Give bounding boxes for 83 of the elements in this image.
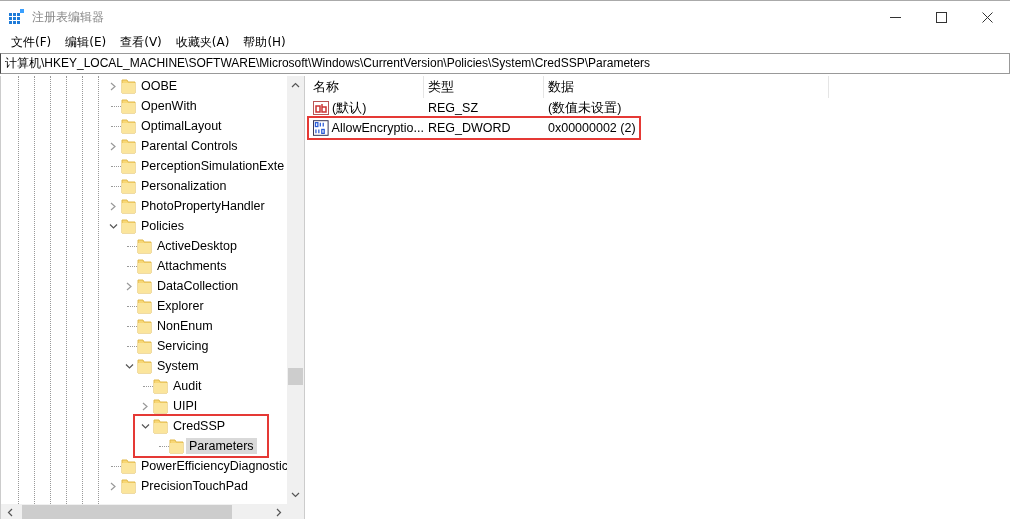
vertical-scrollbar[interactable] bbox=[287, 76, 304, 504]
tree-item[interactable]: Servicing bbox=[154, 338, 212, 354]
folder-icon bbox=[137, 278, 152, 294]
folder-icon bbox=[121, 78, 136, 94]
tree-item[interactable]: PerceptionSimulationExte bbox=[138, 158, 287, 174]
value-name: (默认) bbox=[332, 99, 367, 117]
tree-item[interactable]: Policies bbox=[138, 218, 188, 234]
folder-icon bbox=[169, 438, 184, 454]
tree-item[interactable]: PowerEfficiencyDiagnostic bbox=[138, 458, 287, 474]
tree-item[interactable]: Personalization bbox=[138, 178, 230, 194]
tree-item[interactable]: CredSSP bbox=[170, 418, 229, 434]
address-bar[interactable]: 计算机\HKEY_LOCAL_MACHINE\SOFTWARE\Microsoft\Windows\CurrentVersion\Policies\System\CredSSP\Parameters bbox=[0, 53, 1010, 74]
chevron-right-icon[interactable] bbox=[110, 141, 117, 151]
minimize-icon[interactable] bbox=[889, 16, 901, 18]
maximize-icon[interactable] bbox=[935, 11, 947, 23]
string-value-icon bbox=[313, 100, 329, 116]
tree-item[interactable]: OpenWith bbox=[138, 98, 200, 114]
chevron-down-icon[interactable] bbox=[141, 422, 150, 430]
binary-value-icon bbox=[313, 120, 329, 136]
column-header[interactable]: 数据 bbox=[544, 76, 829, 98]
folder-icon bbox=[153, 418, 168, 434]
scroll-right-icon[interactable] bbox=[276, 508, 282, 517]
chevron-right-icon[interactable] bbox=[142, 401, 149, 411]
chevron-right-icon[interactable] bbox=[110, 81, 117, 91]
horizontal-scrollbar[interactable] bbox=[1, 504, 304, 519]
folder-icon bbox=[121, 478, 136, 494]
tree-item[interactable]: Parameters bbox=[186, 438, 257, 454]
highlight-frame[interactable]: AllowEncryptio... REG_DWORD 0x00000002 (2) bbox=[309, 118, 639, 138]
folder-icon bbox=[153, 378, 168, 394]
scrollbar-thumb[interactable] bbox=[22, 505, 232, 519]
folder-icon bbox=[137, 358, 152, 374]
folder-icon bbox=[137, 338, 152, 354]
close-icon[interactable] bbox=[981, 11, 993, 23]
column-header[interactable]: 类型 bbox=[424, 76, 544, 98]
tree-item[interactable]: PhotoPropertyHandler bbox=[138, 198, 268, 214]
tree-item[interactable]: System bbox=[154, 358, 202, 374]
tree-item[interactable]: OptimalLayout bbox=[138, 118, 225, 134]
chevron-right-icon[interactable] bbox=[110, 481, 117, 491]
value-type: REG_SZ bbox=[427, 101, 479, 115]
menu-item[interactable]: 查看(V) bbox=[113, 33, 169, 51]
scroll-left-icon[interactable] bbox=[7, 508, 13, 517]
scrollbar-thumb[interactable] bbox=[288, 368, 303, 385]
folder-icon bbox=[137, 238, 152, 254]
folder-icon bbox=[121, 178, 136, 194]
menu-item[interactable]: 收藏夹(A) bbox=[168, 33, 237, 51]
value-data: (数值未设置) bbox=[547, 99, 623, 117]
folder-icon bbox=[121, 138, 136, 154]
column-header[interactable]: 名称 bbox=[309, 76, 424, 98]
scroll-up-icon[interactable] bbox=[291, 82, 300, 88]
chevron-down-icon[interactable] bbox=[109, 222, 118, 230]
tree-item[interactable]: Explorer bbox=[154, 298, 207, 314]
tree-item[interactable]: Audit bbox=[170, 378, 205, 394]
value-row[interactable]: (默认) REG_SZ (数值未设置) bbox=[309, 98, 639, 118]
tree-item[interactable]: DataCollection bbox=[154, 278, 242, 294]
tree-item[interactable]: Parental Controls bbox=[138, 138, 241, 154]
folder-icon bbox=[121, 198, 136, 214]
folder-icon bbox=[121, 158, 136, 174]
tree-item[interactable]: OOBE bbox=[138, 78, 181, 94]
folder-icon bbox=[137, 258, 152, 274]
chevron-right-icon[interactable] bbox=[110, 201, 117, 211]
chevron-down-icon[interactable] bbox=[125, 362, 134, 370]
tree-item[interactable]: NonEnum bbox=[154, 318, 216, 334]
menu-item[interactable]: 帮助(H) bbox=[236, 33, 293, 51]
tree-item[interactable]: Attachments bbox=[154, 258, 230, 274]
menu-item[interactable]: 文件(F) bbox=[4, 33, 59, 51]
folder-icon bbox=[153, 398, 168, 414]
tree-item[interactable]: PrecisionTouchPad bbox=[138, 478, 251, 494]
tree-item[interactable]: UIPI bbox=[170, 398, 201, 414]
value-data: 0x00000002 (2) bbox=[547, 121, 637, 135]
folder-icon bbox=[121, 98, 136, 114]
folder-icon bbox=[121, 118, 136, 134]
folder-icon bbox=[137, 318, 152, 334]
scroll-down-icon[interactable] bbox=[291, 492, 300, 498]
value-type: REG_DWORD bbox=[427, 121, 512, 135]
folder-icon bbox=[121, 218, 136, 234]
menu-item[interactable]: 编辑(E) bbox=[58, 33, 114, 51]
registry-editor-icon bbox=[9, 9, 25, 25]
value-name: AllowEncryptio... bbox=[331, 121, 424, 135]
tree-item[interactable]: ActiveDesktop bbox=[154, 238, 240, 254]
folder-icon bbox=[137, 298, 152, 314]
chevron-right-icon[interactable] bbox=[126, 281, 133, 291]
window-title: 注册表编辑器 bbox=[32, 8, 105, 26]
folder-icon bbox=[121, 458, 136, 474]
